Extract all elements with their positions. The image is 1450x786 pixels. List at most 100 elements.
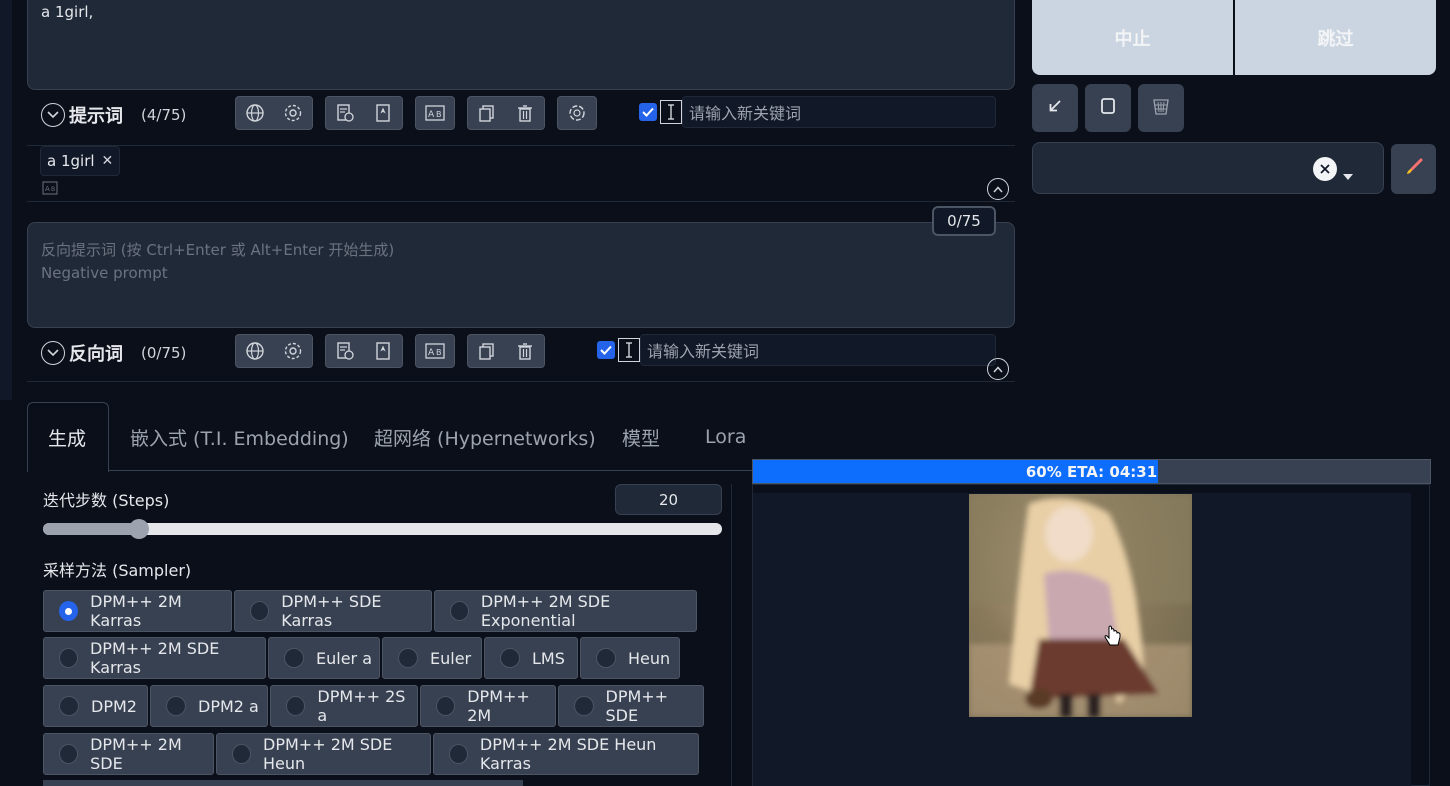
wastebasket-icon	[1151, 96, 1171, 120]
prompt-toolbar: 提示词 (4/75) AB 请输入新关键词	[27, 96, 1015, 146]
prompt-token-count: (4/75)	[141, 106, 187, 124]
gear-icon[interactable]	[274, 97, 312, 129]
prompt-tag-label: a 1girl	[47, 152, 95, 170]
read-params-button[interactable]	[1032, 84, 1078, 132]
styles-dropdown[interactable]	[1032, 142, 1384, 194]
radio	[596, 648, 616, 668]
apply-style-button[interactable]	[1391, 144, 1436, 194]
copy-icon[interactable]	[468, 335, 506, 367]
steps-slider[interactable]	[43, 519, 722, 539]
checkbox-checked[interactable]	[639, 103, 657, 121]
radio	[232, 744, 252, 764]
history-icon[interactable]	[326, 97, 364, 129]
text-cursor-icon	[618, 338, 640, 362]
history-favorite-group	[325, 334, 403, 368]
sampler-option[interactable]: DPM++ 2M SDE Heun	[216, 733, 431, 775]
progress-text: 60% ETA: 04:31	[1025, 462, 1158, 481]
sampler-option[interactable]: LMS	[484, 637, 578, 679]
globe-icon[interactable]	[236, 335, 274, 367]
prompt-keyword-input[interactable]: 请输入新关键词	[682, 96, 996, 128]
negative-keyword-input[interactable]: 请输入新关键词	[640, 334, 996, 366]
svg-text:B: B	[436, 348, 442, 357]
delete-style-button[interactable]	[1138, 84, 1184, 132]
sampler-option[interactable]: DPM++ SDE	[558, 685, 704, 727]
paintbrush-icon	[1404, 157, 1424, 181]
openai-icon[interactable]	[558, 97, 596, 129]
chevron-down-icon[interactable]	[41, 103, 65, 127]
copy-delete-group	[467, 334, 545, 368]
sampler-option[interactable]: DPM++ 2M SDE Heun Karras	[433, 733, 699, 775]
svg-text:B: B	[51, 186, 55, 193]
gear-icon[interactable]	[274, 335, 312, 367]
sampler-option[interactable]: DPM++ 2M Karras	[43, 590, 232, 632]
negative-prompt-textarea[interactable]: 反向提示词 (按 Ctrl+Enter 或 Alt+Enter 开始生成) Ne…	[27, 222, 1015, 328]
clear-prompt-button[interactable]	[1085, 84, 1131, 132]
steps-number-input[interactable]: 20	[615, 484, 722, 515]
bookmark-icon[interactable]	[364, 97, 402, 129]
sampler-option[interactable]: Euler	[382, 637, 482, 679]
translate-icon[interactable]: AB	[416, 97, 454, 129]
tab-models[interactable]: 模型	[622, 402, 660, 472]
clear-selection-icon[interactable]	[1313, 157, 1337, 181]
translate-icon[interactable]: AB	[416, 335, 454, 367]
sampler-option[interactable]: DPM++ 2M SDE Karras	[43, 637, 266, 679]
progress-bar: 60% ETA: 04:31	[752, 459, 1431, 484]
skip-button[interactable]: 跳过	[1235, 0, 1436, 75]
radio-selected	[59, 601, 79, 621]
copy-icon[interactable]	[468, 97, 506, 129]
prompt-section-label: 提示词	[69, 106, 123, 127]
tab-hypernetworks[interactable]: 超网络 (Hypernetworks)	[374, 402, 596, 472]
prompt-section-header[interactable]: 提示词 (4/75)	[41, 102, 186, 128]
copy-delete-group	[467, 96, 545, 130]
sampler-option[interactable]: DPM++ 2S a	[270, 685, 418, 727]
bookmark-icon[interactable]	[364, 335, 402, 367]
tab-embedding[interactable]: 嵌入式 (T.I. Embedding)	[130, 402, 349, 472]
interrupt-button[interactable]: 中止	[1032, 0, 1233, 75]
sampler-option[interactable]: DPM2	[43, 685, 148, 727]
chevron-down-icon[interactable]	[41, 341, 65, 365]
caret-down-icon[interactable]	[1343, 165, 1353, 184]
sampler-option[interactable]: DPM++ 2M SDE	[43, 733, 214, 775]
prompt-tag-area	[27, 140, 1015, 202]
steps-slider-fill	[43, 523, 142, 535]
column-divider	[731, 484, 732, 786]
preview-image[interactable]	[969, 494, 1192, 717]
radio	[574, 696, 594, 716]
radio	[450, 601, 469, 621]
sampler-option[interactable]: Heun	[580, 637, 680, 679]
steps-slider-thumb[interactable]	[129, 519, 150, 539]
trash-icon[interactable]	[506, 97, 544, 129]
tab-generate[interactable]: 生成	[27, 402, 109, 472]
globe-icon[interactable]	[236, 97, 274, 129]
tab-divider	[108, 470, 753, 471]
prompt-textarea[interactable]: a 1girl,	[27, 0, 1015, 90]
sampler-option[interactable]: Euler a	[268, 637, 380, 679]
radio	[500, 648, 520, 668]
prompt-tag[interactable]: a 1girl ✕	[40, 146, 121, 176]
negative-section-header[interactable]: 反向词 (0/75)	[41, 340, 186, 366]
sampler-option[interactable]: DPM2 a	[150, 685, 268, 727]
translate-small-icon[interactable]: AB	[42, 180, 58, 199]
close-icon[interactable]: ✕	[102, 153, 114, 169]
negative-token-counter: 0/75	[932, 206, 996, 236]
radio	[286, 696, 306, 716]
radio	[284, 648, 304, 668]
sampler-option[interactable]: DPM++ SDE Karras	[234, 590, 432, 632]
negative-section-label: 反向词	[69, 344, 123, 365]
sampler-option[interactable]: DPM++ 2M SDE Exponential	[434, 590, 697, 632]
text-cursor-icon	[660, 100, 682, 124]
negative-placeholder-line1: 反向提示词 (按 Ctrl+Enter 或 Alt+Enter 开始生成)	[41, 241, 395, 259]
checkbox-checked[interactable]	[597, 341, 615, 359]
square-icon	[1099, 97, 1117, 119]
collapse-up-icon[interactable]	[987, 358, 1009, 380]
history-icon[interactable]	[326, 335, 364, 367]
sampler-label: 采样方法 (Sampler)	[43, 561, 192, 580]
tab-lora[interactable]: Lora	[705, 402, 746, 472]
radio	[59, 648, 78, 668]
trash-icon[interactable]	[506, 335, 544, 367]
sampler-option[interactable]: DPM++ 2M	[420, 685, 556, 727]
svg-text:A: A	[428, 110, 435, 120]
collapse-up-icon[interactable]	[987, 178, 1009, 200]
radio	[59, 696, 79, 716]
sampler-more-row	[43, 780, 523, 786]
